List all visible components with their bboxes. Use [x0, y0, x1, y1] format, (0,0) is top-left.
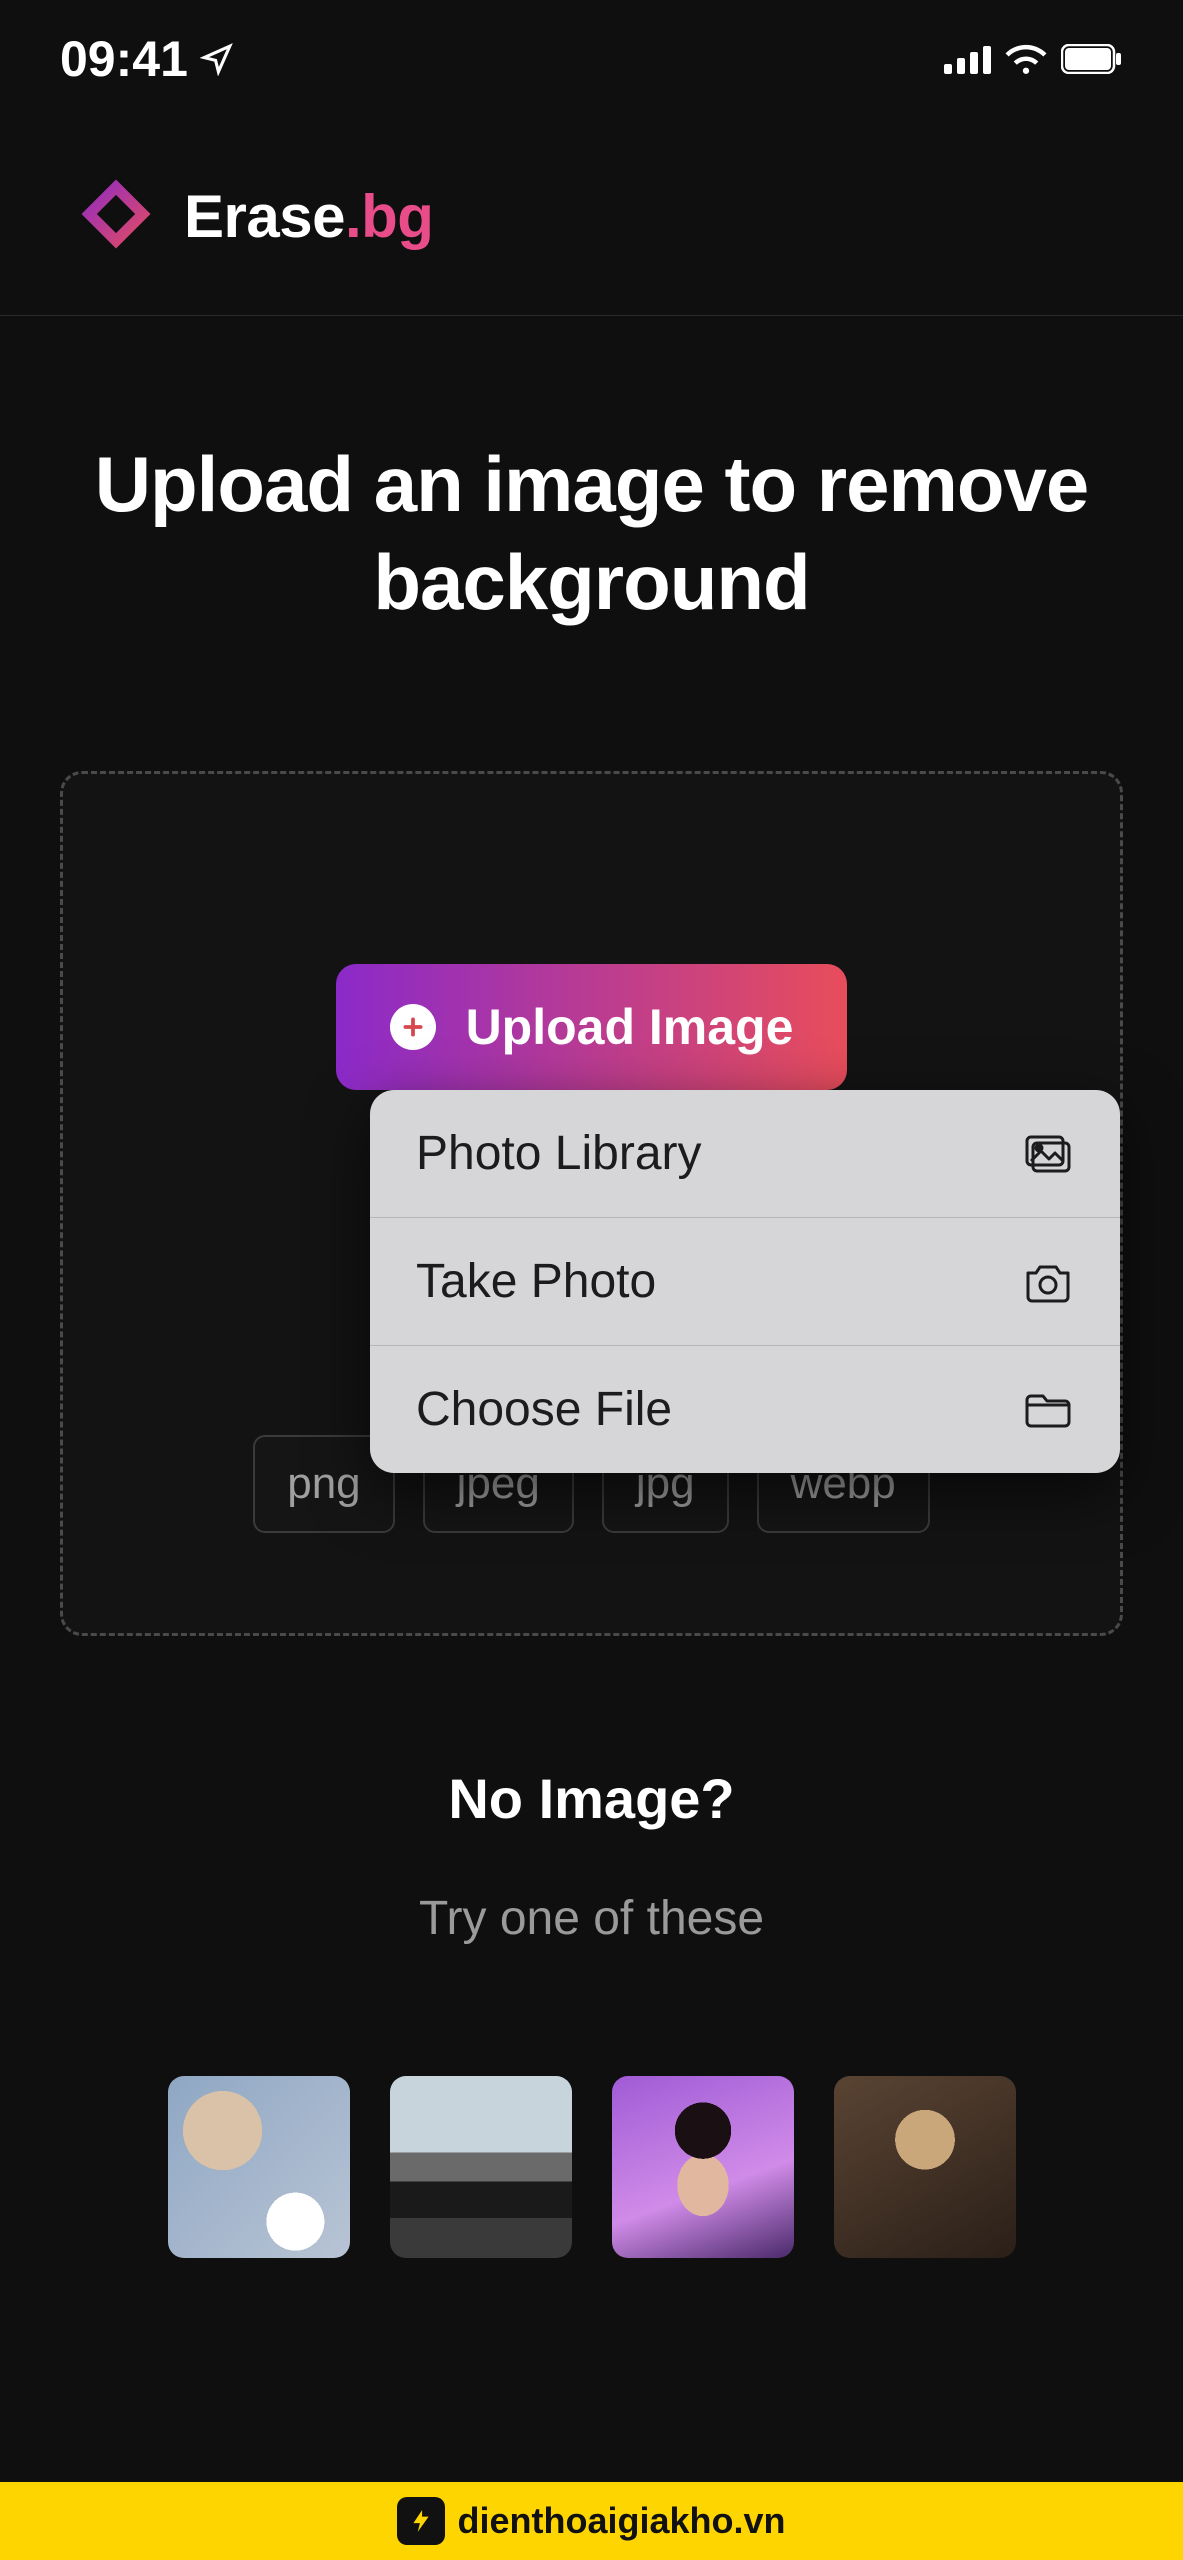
photos-icon [1022, 1128, 1074, 1180]
status-indicators [944, 43, 1123, 75]
footer-logo-icon [397, 2497, 445, 2545]
upload-button-label: Upload Image [466, 998, 794, 1056]
status-bar: 09:41 [0, 0, 1183, 108]
status-time-group: 09:41 [60, 30, 234, 88]
plus-icon [390, 1004, 436, 1050]
no-image-title: No Image? [60, 1766, 1123, 1831]
app-logo-icon [70, 168, 162, 265]
battery-icon [1061, 44, 1123, 74]
upload-image-button[interactable]: Upload Image [336, 964, 848, 1090]
page-headline: Upload an image to remove background [60, 436, 1123, 631]
camera-icon [1022, 1256, 1074, 1308]
sample-image[interactable] [834, 2076, 1016, 2258]
sample-image[interactable] [390, 2076, 572, 2258]
app-header: Erase.bg [0, 108, 1183, 316]
status-time: 09:41 [60, 30, 188, 88]
brand-name-a: Erase [184, 183, 345, 250]
footer-banner[interactable]: dienthoaigiakho.vn [0, 2482, 1183, 2560]
no-image-subtitle: Try one of these [60, 1891, 1123, 1946]
wifi-icon [1005, 43, 1047, 75]
menu-item-photo-library[interactable]: Photo Library [370, 1090, 1120, 1218]
footer-text: dienthoaigiakho.vn [457, 2500, 785, 2542]
folder-icon [1022, 1384, 1074, 1436]
sample-image[interactable] [168, 2076, 350, 2258]
menu-item-label: Photo Library [416, 1126, 702, 1181]
no-image-section: No Image? Try one of these [60, 1766, 1123, 2258]
app-title: Erase.bg [184, 182, 433, 251]
brand-name-b: .bg [345, 183, 433, 250]
location-icon [200, 42, 234, 76]
cellular-signal-icon [944, 44, 991, 74]
sample-images-row [60, 2076, 1123, 2258]
upload-source-menu: Photo Library Take Photo Choose File [370, 1090, 1120, 1473]
menu-item-choose-file[interactable]: Choose File [370, 1346, 1120, 1473]
menu-item-label: Take Photo [416, 1254, 656, 1309]
menu-item-take-photo[interactable]: Take Photo [370, 1218, 1120, 1346]
menu-item-label: Choose File [416, 1382, 672, 1437]
sample-image[interactable] [612, 2076, 794, 2258]
